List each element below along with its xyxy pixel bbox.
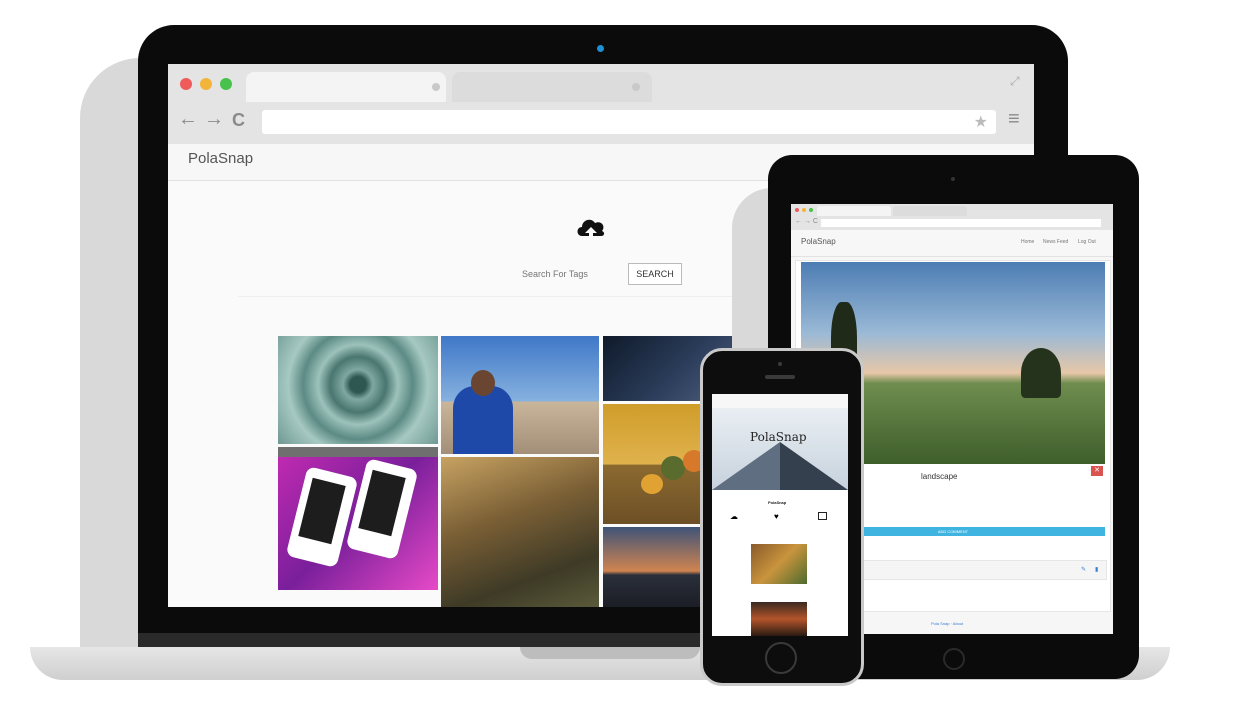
edit-icon[interactable]: ✎ [1081,566,1086,573]
forward-icon[interactable]: → [204,108,224,131]
tablet-home-button[interactable] [943,648,965,670]
gallery-photo-succulent[interactable] [278,336,438,444]
browser-tab[interactable] [893,206,967,216]
brand-logo[interactable]: PolaSnap [801,237,836,246]
tablet-nav-icons[interactable]: ← → C [795,218,818,225]
maximize-window-button[interactable] [809,208,813,212]
gallery-photo-forest[interactable] [441,457,599,607]
address-bar[interactable]: ★ [262,110,996,134]
tablet-camera [951,177,955,181]
minimize-window-button[interactable] [802,208,806,212]
fullscreen-icon[interactable]: ⤢ [1010,74,1020,89]
trash-icon[interactable]: ▮ [1095,566,1098,573]
browser-tab[interactable] [452,72,652,102]
browser-menu-icon[interactable]: ≡ [1008,108,1020,131]
browser-tab-active[interactable] [246,72,446,102]
heart-icon: ♥ [774,512,779,521]
address-bar[interactable] [821,219,1101,227]
bookmark-star-icon[interactable]: ★ [974,112,988,132]
hero-buildings-graphic [712,442,848,490]
gallery-photo-app-mockup[interactable] [278,447,438,590]
search-button[interactable]: SEARCH [628,263,682,285]
gallery-photo-portrait[interactable] [441,336,599,454]
tab-close-icon[interactable] [432,83,440,91]
cloud-upload-icon: ☁ [730,512,738,521]
image-icon [818,512,827,520]
tab-close-icon[interactable] [632,83,640,91]
nav-link-home[interactable]: Home [1021,239,1034,245]
minimize-window-button[interactable] [200,78,212,90]
reload-icon[interactable]: C [232,110,245,131]
phone-screen: PolaSnap PolaSnap ☁ ♥ [712,394,848,636]
phone-home-button[interactable] [765,642,797,674]
section-title: PolaSnap [768,500,787,505]
brand-logo[interactable]: PolaSnap [188,150,253,167]
cloud-upload-icon[interactable] [574,214,608,252]
app-navbar [712,394,848,409]
phone-speaker [765,375,795,379]
hero-title: PolaSnap [750,430,807,444]
close-window-button[interactable] [795,208,799,212]
footer-links[interactable]: Pola Snap · About [931,621,963,626]
divider [238,296,778,297]
feed-photo[interactable] [751,602,807,636]
close-window-button[interactable] [180,78,192,90]
post-title: landscape [921,472,958,481]
nav-link-news-feed[interactable]: News Feed [1043,239,1068,245]
phone-camera [778,362,782,366]
hero-banner: PolaSnap [712,408,848,490]
delete-post-button[interactable]: ✕ [1091,466,1103,476]
laptop-camera [597,45,604,52]
laptop-notch [520,647,700,659]
tag-search-input[interactable] [518,264,632,284]
back-icon[interactable]: ← [178,108,198,131]
browser-tab-active[interactable] [817,206,891,216]
maximize-window-button[interactable] [220,78,232,90]
nav-link-log-out[interactable]: Log Out [1078,239,1096,245]
feed-photo[interactable] [751,544,807,584]
